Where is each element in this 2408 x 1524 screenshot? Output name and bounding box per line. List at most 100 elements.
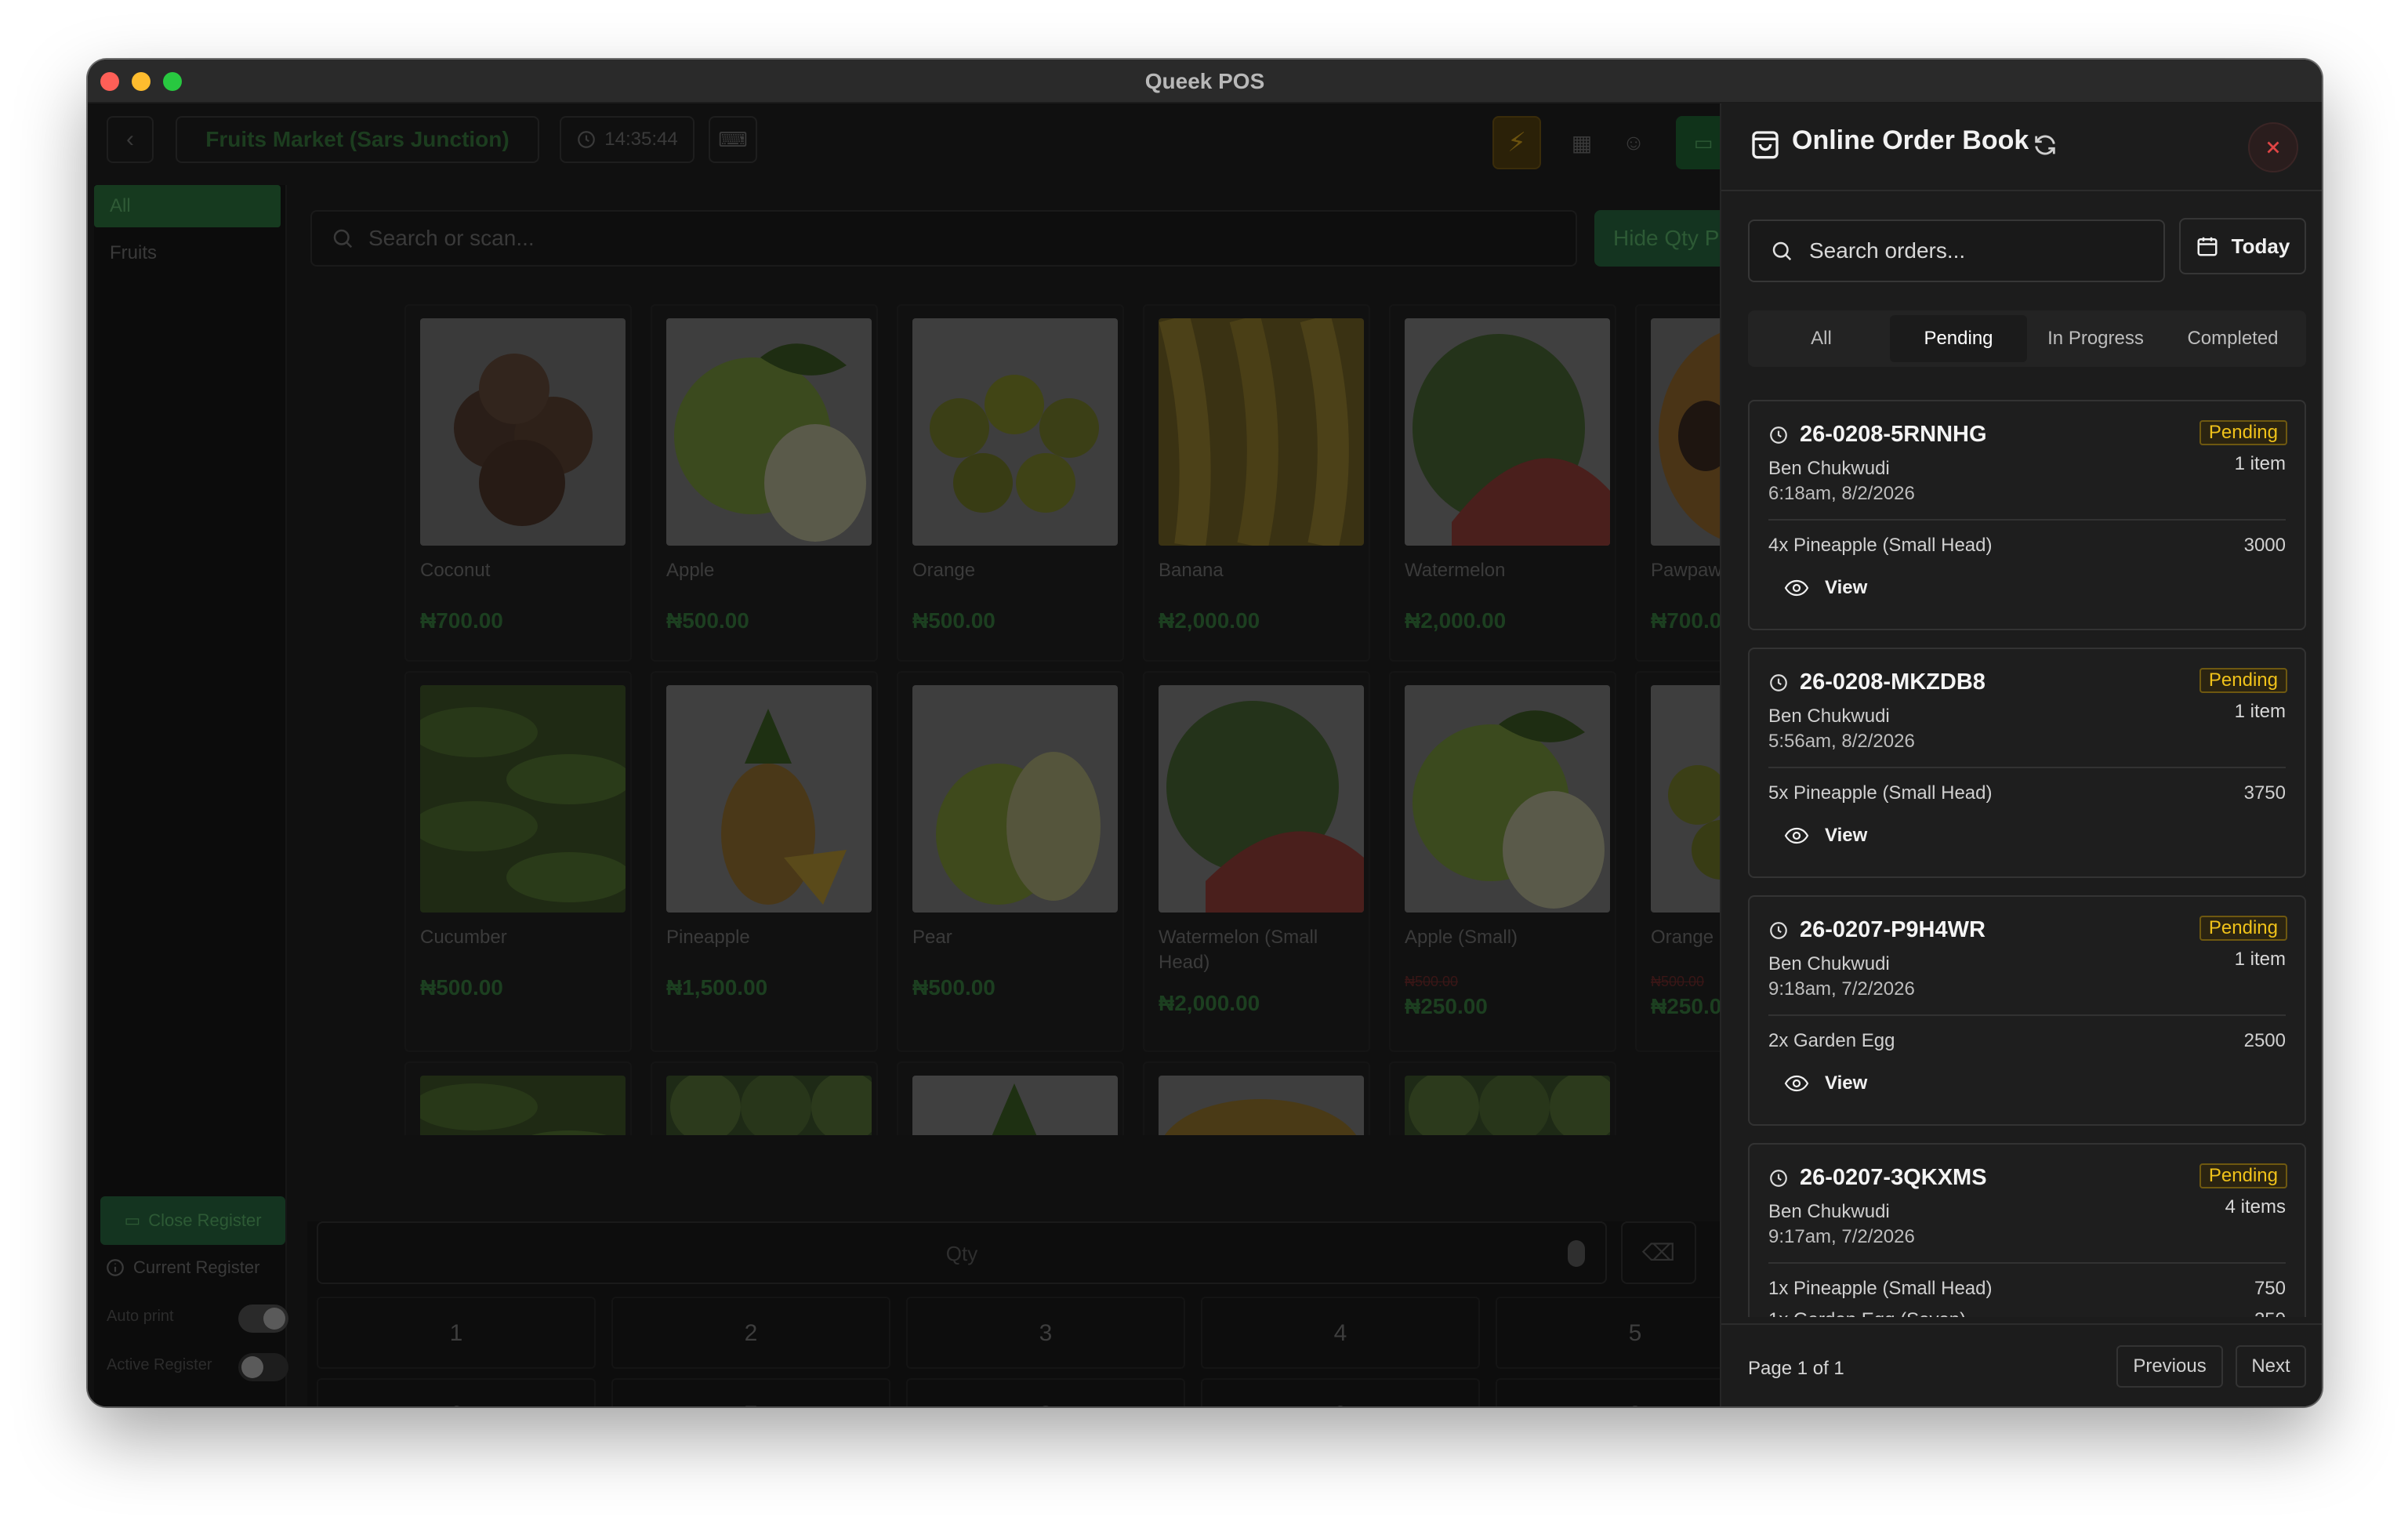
date-filter-button[interactable]: Today	[2179, 218, 2306, 274]
keypad-key[interactable]: 8	[906, 1378, 1185, 1406]
keypad-key[interactable]: 7	[611, 1378, 890, 1406]
current-register-link[interactable]: Current Register	[105, 1257, 259, 1278]
qty-input[interactable]: Qty	[317, 1221, 1607, 1284]
order-card[interactable]: 26-0208-MKZDB8 Pending 1 item Ben Chukwu…	[1748, 648, 2306, 878]
product-card[interactable]: Pear ₦500.00	[897, 671, 1124, 1052]
product-old-price: ₦500.00	[1651, 974, 1705, 989]
close-register-button[interactable]: ▭ Close Register	[100, 1196, 285, 1245]
auto-print-toggle[interactable]	[238, 1304, 288, 1333]
product-card[interactable]	[1389, 1061, 1616, 1135]
item-count: 1 item	[2234, 701, 2286, 722]
product-search-input[interactable]: Search or scan...	[310, 210, 1577, 267]
customers-button[interactable]: ☺	[1613, 116, 1654, 169]
product-card[interactable]	[897, 1061, 1124, 1135]
order-search-input[interactable]	[1809, 238, 2154, 263]
eye-icon	[1784, 579, 1809, 597]
keypad-area: Qty ⌫ 1 2 3 4 5 6 7 8 9 0	[307, 1221, 1775, 1406]
clock-icon	[1770, 426, 1787, 444]
product-price: ₦250.00	[1405, 994, 1488, 1018]
line-description: 4x Pineapple (Small Head)	[1768, 535, 1993, 556]
order-card[interactable]: 26-0207-3QKXMS Pending 4 items Ben Chukw…	[1748, 1143, 2306, 1317]
item-count: 1 item	[2234, 453, 2286, 474]
product-card[interactable]: Apple (Small) ₦500.00 ₦250.00	[1389, 671, 1616, 1052]
product-card[interactable]	[651, 1061, 878, 1135]
order-search-field[interactable]	[1748, 220, 2165, 282]
tab-in-progress[interactable]: In Progress	[2027, 315, 2164, 362]
keyboard-button[interactable]: ⌨	[709, 116, 757, 163]
order-card[interactable]: 26-0208-5RNNHG Pending 1 item Ben Chukwu…	[1748, 400, 2306, 630]
view-label: View	[1825, 1072, 1868, 1094]
close-register-label: Close Register	[148, 1210, 262, 1230]
order-line: 1x Garden Egg (Seven) 250	[1768, 1309, 2286, 1317]
active-register-toggle[interactable]	[238, 1353, 288, 1381]
keypad-key[interactable]: 1	[317, 1297, 596, 1369]
previous-page-button[interactable]: Previous	[2116, 1345, 2223, 1388]
product-grid: Coconut ₦700.00 Apple ₦500.00 Orange ₦50…	[307, 295, 1720, 1135]
order-card[interactable]: 26-0207-P9H4WR Pending 1 item Ben Chukwu…	[1748, 895, 2306, 1126]
product-card[interactable]: Pawpaw ₦700.00	[1635, 304, 1720, 662]
product-name: Pear	[912, 927, 952, 948]
keypad-key[interactable]: 9	[1201, 1378, 1480, 1406]
view-order-button[interactable]: View	[1784, 1072, 1867, 1094]
product-card[interactable]: Cucumber ₦500.00	[404, 671, 632, 1052]
product-image	[1651, 318, 1720, 546]
keypad-key[interactable]: 2	[611, 1297, 890, 1369]
keypad-key[interactable]: 6	[317, 1378, 596, 1406]
close-panel-button[interactable]	[2248, 122, 2298, 172]
backspace-button[interactable]: ⌫	[1621, 1221, 1696, 1284]
product-image	[420, 685, 626, 913]
product-card[interactable]: Orange (Four) ₦500.00 ₦250.00	[1635, 671, 1720, 1052]
product-image	[666, 685, 872, 913]
keypad-key[interactable]: 4	[1201, 1297, 1480, 1369]
product-card[interactable]: Pineapple ₦1,500.00	[651, 671, 878, 1052]
order-line: 1x Pineapple (Small Head) 750	[1768, 1278, 2286, 1300]
view-order-button[interactable]: View	[1784, 577, 1867, 599]
divider	[1768, 1262, 2286, 1264]
view-order-button[interactable]: View	[1784, 825, 1867, 847]
product-card[interactable]: Apple ₦500.00	[651, 304, 878, 662]
tab-completed[interactable]: Completed	[2164, 315, 2301, 362]
product-card[interactable]: Banana ₦2,000.00	[1143, 304, 1370, 662]
category-all[interactable]: All	[94, 185, 281, 227]
order-time: 5:56am, 8/2/2026	[1768, 731, 1915, 752]
auto-print-label: Auto print	[107, 1308, 174, 1325]
order-list: 26-0208-5RNNHG Pending 1 item Ben Chukwu…	[1748, 400, 2306, 1317]
store-name[interactable]: Fruits Market (Sars Junction)	[176, 116, 539, 163]
clock-display: 14:35:44	[560, 116, 694, 163]
product-name: Orange	[912, 560, 976, 581]
product-card[interactable]: Watermelon ₦2,000.00	[1389, 304, 1616, 662]
product-image	[1159, 1076, 1364, 1135]
tab-all[interactable]: All	[1753, 315, 1890, 362]
qty-stepper[interactable]	[1568, 1240, 1585, 1267]
keypad-key[interactable]: 3	[906, 1297, 1185, 1369]
calculator-button[interactable]: ▦	[1561, 116, 1602, 169]
product-price: ₦2,000.00	[1159, 991, 1260, 1015]
next-page-button[interactable]: Next	[2236, 1345, 2306, 1388]
product-card[interactable]: Coconut ₦700.00	[404, 304, 632, 662]
quick-sale-button[interactable]: ⚡	[1492, 116, 1541, 169]
customer-name: Ben Chukwudi	[1768, 706, 1890, 727]
category-fruits[interactable]: Fruits	[94, 232, 281, 274]
cash-icon: ▭	[1693, 130, 1714, 154]
product-image	[1405, 685, 1610, 913]
product-card[interactable]: Watermelon (Small Head) ₦2,000.00	[1143, 671, 1370, 1052]
product-price: ₦500.00	[912, 975, 995, 1000]
back-button[interactable]: ‹	[107, 116, 154, 163]
line-amount: 750	[2254, 1278, 2286, 1299]
product-card[interactable]	[404, 1061, 632, 1135]
product-card[interactable]: Orange ₦500.00	[897, 304, 1124, 662]
refresh-icon[interactable]	[2032, 132, 2058, 158]
tab-pending[interactable]: Pending	[1890, 315, 2027, 362]
line-amount: 250	[2254, 1309, 2286, 1317]
product-name: Orange (Four)	[1651, 927, 1720, 948]
order-time: 6:18am, 8/2/2026	[1768, 483, 1915, 504]
order-status-tabs: All Pending In Progress Completed	[1748, 310, 2306, 367]
status-badge: Pending	[2199, 420, 2287, 445]
hide-qty-button[interactable]: Hide Qty P	[1594, 210, 1735, 267]
status-badge: Pending	[2199, 916, 2287, 941]
qty-placeholder: Qty	[945, 1242, 978, 1265]
customer-name: Ben Chukwudi	[1768, 953, 1890, 974]
chevron-left-icon: ‹	[126, 126, 134, 152]
product-card[interactable]	[1143, 1061, 1370, 1135]
product-old-price: ₦500.00	[1405, 974, 1459, 989]
